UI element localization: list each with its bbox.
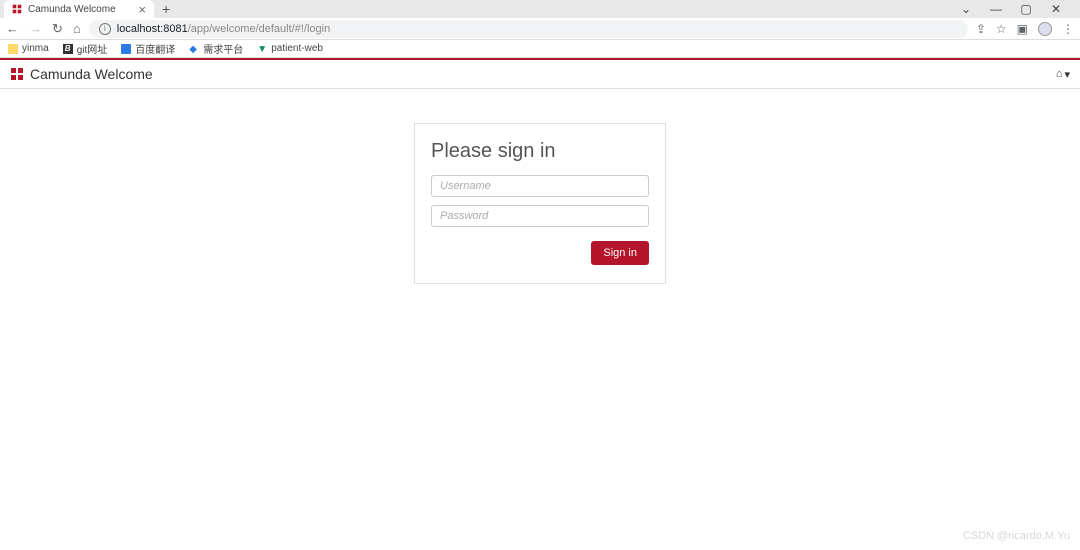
signin-button[interactable]: Sign in [591, 241, 649, 265]
close-window-icon[interactable]: ✕ [1044, 2, 1068, 16]
url-path: /app/welcome/default/#!/login [188, 23, 330, 35]
new-tab-button[interactable]: + [154, 1, 178, 17]
url-input[interactable]: i localhost:8081/app/welcome/default/#!/… [89, 20, 968, 38]
extensions-icon[interactable]: ▣ [1017, 22, 1028, 36]
home-dropdown[interactable]: ⌂ ▾ [1056, 68, 1070, 81]
address-bar-right: ⇪ ☆ ▣ ⋮ [976, 22, 1074, 36]
camunda-favicon [12, 4, 22, 14]
bookmark-baidu[interactable]: 百度翻译 [121, 41, 175, 56]
translate-icon [121, 44, 131, 54]
bookmarks-bar: yinma Bgit网址 百度翻译 ◆需求平台 ▼patient-web [0, 40, 1080, 58]
minimize-icon[interactable]: — [984, 2, 1008, 16]
watermark: CSDN @ricardo.M.Yu [963, 530, 1070, 542]
share-icon[interactable]: ⇪ [976, 22, 986, 36]
address-bar: ← → ↻ ⌂ i localhost:8081/app/welcome/def… [0, 18, 1080, 40]
chevron-down-icon[interactable]: ⌄ [954, 2, 978, 16]
v-icon: ▼ [257, 44, 267, 54]
diamond-icon: ◆ [189, 44, 199, 54]
folder-icon [8, 44, 18, 54]
url-text: localhost:8081/app/welcome/default/#!/lo… [117, 23, 330, 35]
b-icon: B [63, 44, 73, 54]
url-host: localhost:8081 [117, 23, 188, 35]
bookmark-patient-web[interactable]: ▼patient-web [257, 43, 323, 54]
home-icon[interactable]: ⌂ [73, 21, 81, 36]
reload-icon[interactable]: ↻ [52, 21, 63, 37]
login-actions: Sign in [431, 241, 649, 265]
username-input[interactable] [431, 175, 649, 197]
app-title: Camunda Welcome [30, 66, 153, 82]
bookmark-xuqiu[interactable]: ◆需求平台 [189, 41, 243, 56]
login-card: Please sign in Sign in [414, 123, 666, 284]
nav-icons: ← → ↻ ⌂ [6, 21, 81, 37]
bookmark-git[interactable]: Bgit网址 [63, 41, 108, 56]
maximize-icon[interactable]: ▢ [1014, 2, 1038, 16]
back-icon[interactable]: ← [6, 21, 19, 36]
menu-icon[interactable]: ⋮ [1062, 22, 1074, 36]
site-info-icon[interactable]: i [99, 23, 111, 35]
close-tab-icon[interactable]: × [138, 2, 146, 17]
browser-tab[interactable]: Camunda Welcome × [4, 0, 154, 18]
login-title: Please sign in [431, 140, 649, 163]
camunda-logo-icon [10, 67, 24, 81]
profile-avatar-icon[interactable] [1038, 22, 1052, 36]
app-header: Camunda Welcome ⌂ ▾ [0, 60, 1080, 89]
tab-bar: Camunda Welcome × + ⌄ — ▢ ✕ [0, 0, 1080, 18]
chevron-down-icon: ▾ [1064, 68, 1070, 81]
home-nav-icon: ⌂ [1056, 68, 1063, 80]
window-controls: ⌄ — ▢ ✕ [954, 2, 1076, 16]
star-icon[interactable]: ☆ [996, 22, 1007, 36]
password-input[interactable] [431, 205, 649, 227]
forward-icon[interactable]: → [29, 21, 42, 36]
bookmark-yinma[interactable]: yinma [8, 43, 49, 54]
tab-title: Camunda Welcome [28, 4, 116, 15]
browser-chrome: Camunda Welcome × + ⌄ — ▢ ✕ ← → ↻ ⌂ i lo… [0, 0, 1080, 58]
